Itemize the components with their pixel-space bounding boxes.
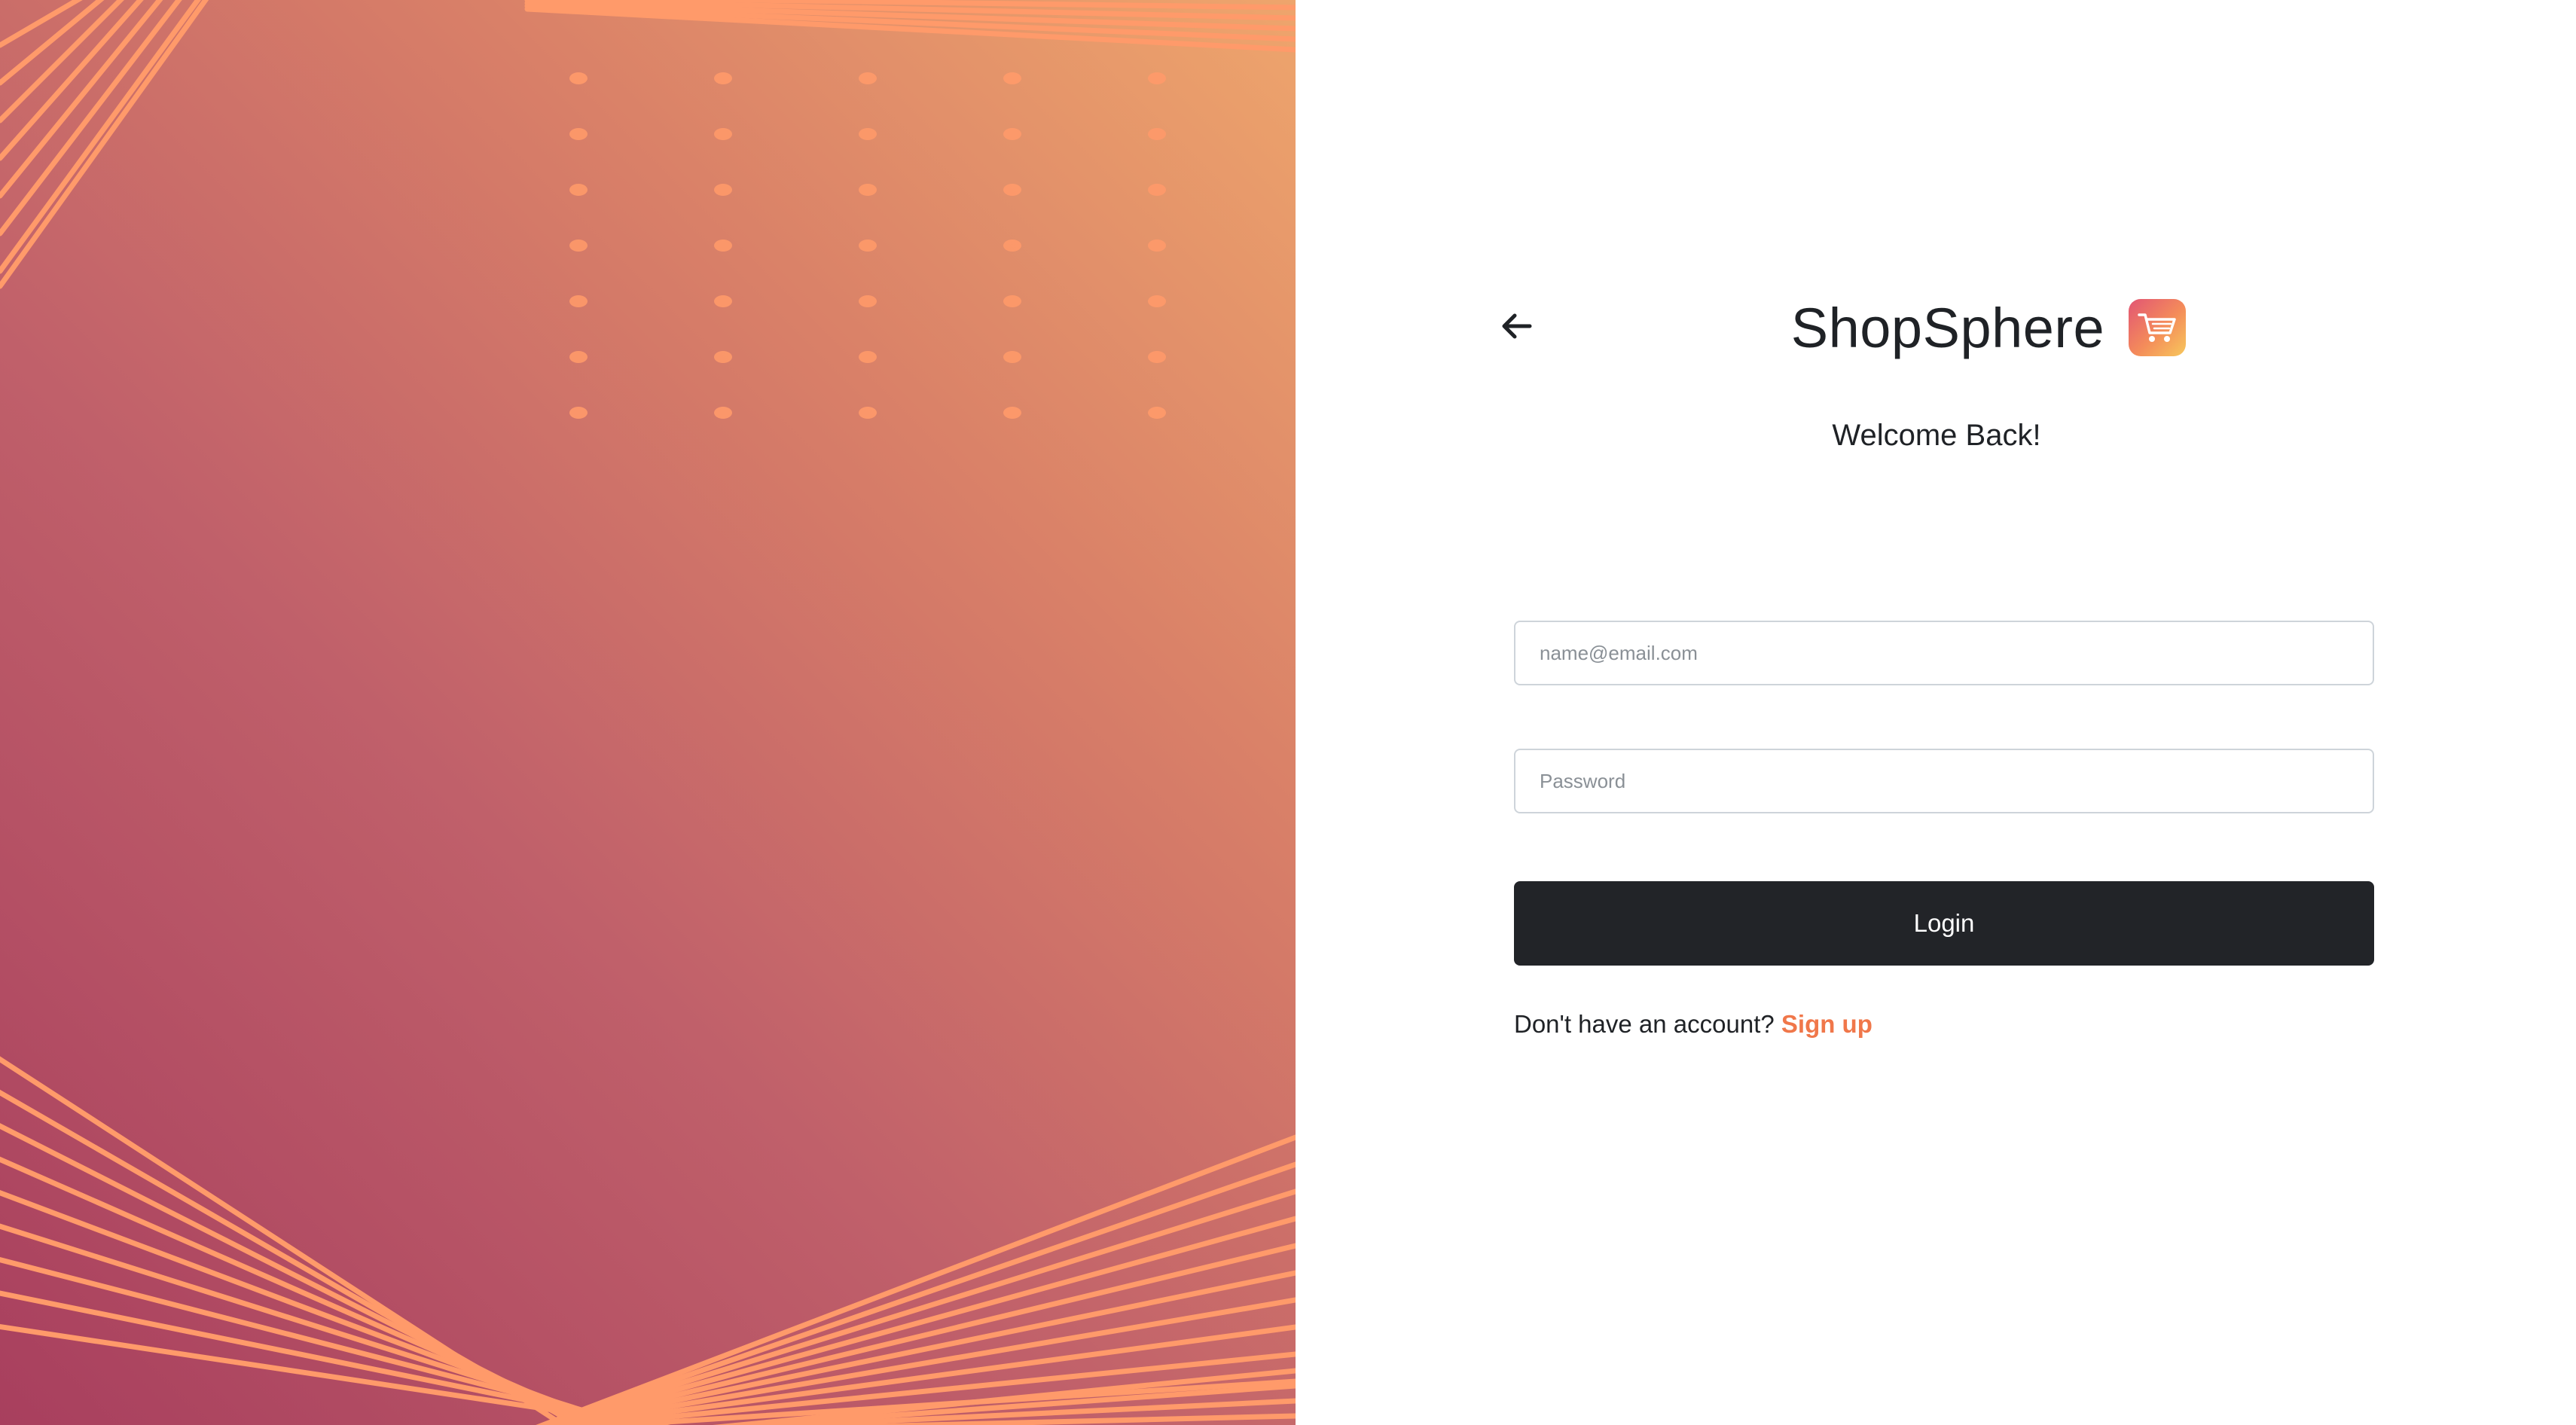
decorative-line xyxy=(0,0,182,236)
decorative-dot xyxy=(859,295,877,307)
decorative-dot xyxy=(859,72,877,84)
decorative-dot xyxy=(1148,295,1166,307)
shopping-cart-icon xyxy=(2138,313,2176,342)
decorative-line xyxy=(0,1123,597,1425)
email-input[interactable] xyxy=(1514,621,2374,685)
decorative-dot xyxy=(859,351,877,363)
decorative-dot xyxy=(1003,351,1021,363)
decorative-dot xyxy=(1148,128,1166,140)
decorative-dot xyxy=(569,407,588,419)
decorative-dot xyxy=(859,128,877,140)
decorative-dot xyxy=(714,72,732,84)
password-input[interactable] xyxy=(1514,749,2374,813)
signup-link[interactable]: Sign up xyxy=(1781,1010,1872,1038)
decorative-dot xyxy=(859,240,877,252)
decorative-dot xyxy=(1148,72,1166,84)
decorative-dot xyxy=(714,295,732,307)
decorative-dot xyxy=(714,351,732,363)
brand-logo xyxy=(2129,299,2187,356)
decorative-dot xyxy=(569,72,588,84)
decorative-dot xyxy=(1003,295,1021,307)
decorative-dot xyxy=(569,240,588,252)
decorative-dot xyxy=(714,128,732,140)
decorative-dot xyxy=(714,240,732,252)
decorative-dot xyxy=(569,351,588,363)
decorative-dot xyxy=(1148,240,1166,252)
signup-prompt: Don't have an account? xyxy=(1514,1010,1781,1038)
welcome-heading: Welcome Back! xyxy=(1832,419,2041,452)
login-panel: ShopSphere Welcome Back! Login Don't hav… xyxy=(1296,0,2576,1425)
decorative-dot xyxy=(859,184,877,196)
decorative-dot xyxy=(1148,184,1166,196)
decorative-dot xyxy=(1003,128,1021,140)
brand-name: ShopSphere xyxy=(1790,296,2105,359)
decorative-line xyxy=(0,1223,638,1425)
decorative-dot xyxy=(1003,407,1021,419)
hero-decoration xyxy=(0,0,1296,1425)
decorative-dot xyxy=(569,184,588,196)
decorative-dot xyxy=(569,295,588,307)
decorative-dot xyxy=(714,407,732,419)
decorative-dot xyxy=(859,407,877,419)
decorative-dot xyxy=(1003,240,1021,252)
brand-header: ShopSphere xyxy=(1296,286,2576,369)
signup-row: Don't have an account? Sign up xyxy=(1514,1010,1872,1039)
login-button[interactable]: Login xyxy=(1514,881,2374,966)
decorative-dot xyxy=(1148,407,1166,419)
decorative-line xyxy=(0,1290,662,1425)
decorative-dot xyxy=(1003,184,1021,196)
login-page: ShopSphere Welcome Back! Login Don't hav… xyxy=(0,0,2576,1425)
decorative-dot xyxy=(1003,72,1021,84)
decorative-dot xyxy=(569,128,588,140)
decorative-line xyxy=(0,1156,611,1425)
decorative-line xyxy=(0,1190,624,1425)
dot-grid xyxy=(569,72,1166,419)
hero-panel xyxy=(0,0,1296,1425)
decorative-dot xyxy=(714,184,732,196)
decorative-dot xyxy=(1148,351,1166,363)
